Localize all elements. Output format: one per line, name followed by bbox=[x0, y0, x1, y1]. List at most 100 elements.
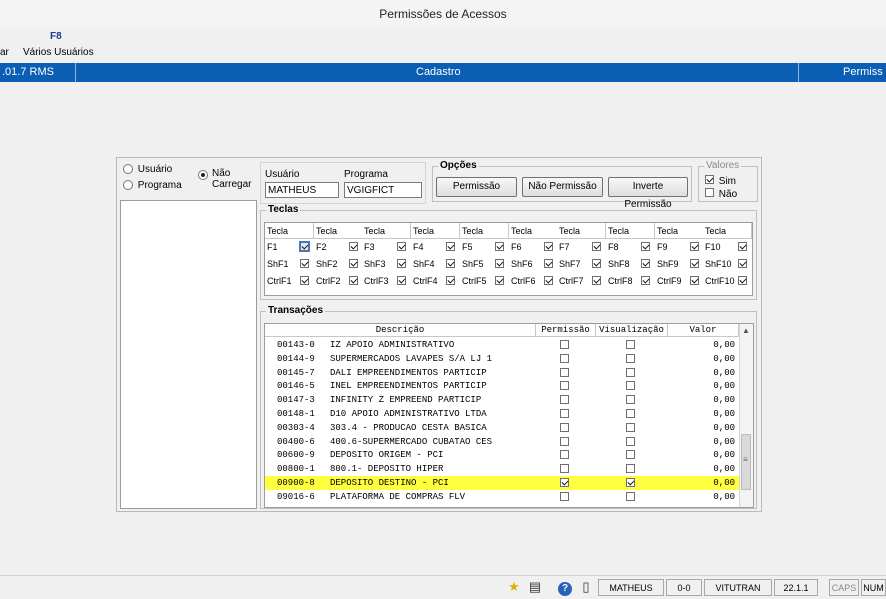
permissao-checkbox[interactable] bbox=[560, 436, 569, 446]
visualizacao-checkbox[interactable] bbox=[626, 491, 635, 501]
visualizacao-checkbox[interactable] bbox=[626, 395, 635, 405]
table-row[interactable]: 00145-7 DALI EMPREENDIMENTOS PARTICIP 0,00 bbox=[265, 366, 739, 380]
table-row[interactable]: 00144-9 SUPERMERCADOS LAVAPES S/A LJ 1 0,0… bbox=[265, 352, 739, 366]
table-row[interactable]: 00303-4 303.4 - PRODUCAO CESTA BASICA 0,00 bbox=[265, 421, 739, 435]
usuario-input[interactable]: MATHEUS bbox=[265, 182, 339, 198]
table-row[interactable]: 00147-3 INFINITY Z EMPREEND PARTICIP 0,00 bbox=[265, 393, 739, 407]
programa-input[interactable]: VGIGFICT bbox=[344, 182, 422, 198]
permissao-checkbox[interactable] bbox=[560, 395, 569, 405]
tecla-checkbox[interactable] bbox=[690, 276, 699, 285]
table-row[interactable]: 00400-6 400.6-SUPERMERCADO CUBATAO CES 0,0… bbox=[265, 435, 739, 449]
tecla-checkbox[interactable] bbox=[349, 259, 358, 268]
tecla-checkbox[interactable] bbox=[446, 242, 455, 251]
visualizacao-checkbox[interactable] bbox=[626, 409, 635, 418]
permissao-checkbox[interactable] bbox=[560, 464, 569, 474]
tecla-checkbox[interactable] bbox=[592, 276, 601, 285]
tecla-checkbox[interactable] bbox=[299, 241, 310, 252]
toolbar-item-partial[interactable]: ar bbox=[0, 47, 9, 58]
table-row[interactable]: 00143-0 IZ APOIO ADMINISTRATIVO 0,00 bbox=[265, 338, 739, 352]
tecla-checkbox[interactable] bbox=[544, 242, 553, 251]
transaction-code: 00800-1 bbox=[277, 464, 315, 475]
printer-icon[interactable]: ▤ bbox=[526, 578, 544, 596]
column-header-visualizacao[interactable]: Visualização bbox=[596, 324, 668, 337]
tecla-checkbox[interactable] bbox=[300, 259, 309, 268]
visualizacao-checkbox[interactable] bbox=[626, 340, 635, 349]
tecla-checkbox[interactable] bbox=[349, 276, 358, 285]
transaction-code: 00144-9 bbox=[277, 353, 315, 364]
visualizacao-checkbox[interactable] bbox=[626, 381, 635, 391]
visualizacao-checkbox[interactable] bbox=[626, 464, 635, 474]
permissao-checkbox[interactable] bbox=[560, 367, 569, 377]
help-icon[interactable]: ? bbox=[556, 578, 574, 596]
tecla-checkbox[interactable] bbox=[641, 276, 650, 285]
valores-sim-checkbox[interactable]: Sim bbox=[705, 175, 736, 187]
table-row[interactable]: 00146-5 INEL EMPREENDIMENTOS PARTICIP 0,00 bbox=[265, 379, 739, 393]
tecla-checkbox[interactable] bbox=[300, 276, 309, 285]
scroll-up-arrow-icon[interactable]: ▲ bbox=[742, 326, 750, 335]
table-row[interactable]: 00148-1 D10 APOIO ADMINISTRATIVO LTDA 0,00 bbox=[265, 407, 739, 421]
tecla-label: CtrlF1 bbox=[267, 276, 292, 286]
tecla-checkbox[interactable] bbox=[495, 259, 504, 268]
visualizacao-checkbox[interactable] bbox=[626, 450, 635, 460]
tecla-label: F9 bbox=[657, 242, 668, 252]
tecla-checkbox[interactable] bbox=[544, 259, 553, 268]
tecla-checkbox[interactable] bbox=[397, 276, 406, 285]
tecla-checkbox[interactable] bbox=[738, 259, 747, 268]
tecla-checkbox[interactable] bbox=[641, 242, 650, 251]
clipboard-icon[interactable]: ▯ bbox=[577, 578, 595, 596]
column-header-descricao[interactable]: Descrição bbox=[265, 324, 536, 337]
transaction-valor: 0,00 bbox=[713, 395, 735, 406]
visualizacao-checkbox[interactable] bbox=[626, 478, 635, 487]
permissao-checkbox[interactable] bbox=[560, 478, 569, 487]
permissao-checkbox[interactable] bbox=[560, 491, 569, 501]
tecla-checkbox[interactable] bbox=[641, 259, 650, 268]
column-header-permissao[interactable]: Permissão bbox=[536, 324, 596, 337]
radio-programa[interactable]: Programa bbox=[123, 180, 182, 191]
tecla-checkbox[interactable] bbox=[495, 276, 504, 285]
user-list-box[interactable] bbox=[120, 200, 257, 509]
tecla-checkbox[interactable] bbox=[592, 259, 601, 268]
vertical-scrollbar[interactable]: ▲ ≡ bbox=[739, 324, 753, 507]
permissao-checkbox[interactable] bbox=[560, 340, 569, 349]
visualizacao-checkbox[interactable] bbox=[626, 353, 635, 363]
tecla-checkbox[interactable] bbox=[738, 242, 747, 251]
visualizacao-checkbox[interactable] bbox=[626, 436, 635, 446]
table-row[interactable]: 00900-8 DEPOSITO DESTINO - PCI 0,00 bbox=[265, 476, 739, 490]
tecla-checkbox[interactable] bbox=[738, 276, 747, 285]
scrollbar-thumb[interactable]: ≡ bbox=[741, 434, 751, 490]
tecla-checkbox[interactable] bbox=[397, 259, 406, 268]
tecla-checkbox[interactable] bbox=[544, 276, 553, 285]
permissao-button[interactable]: Permissão bbox=[436, 177, 517, 197]
permissao-checkbox[interactable] bbox=[560, 409, 569, 418]
tecla-label: F5 bbox=[462, 242, 473, 252]
transaction-valor: 0,00 bbox=[713, 436, 735, 447]
valores-nao-checkbox[interactable]: Não bbox=[705, 188, 737, 200]
tecla-checkbox[interactable] bbox=[495, 242, 504, 251]
tecla-checkbox[interactable] bbox=[690, 242, 699, 251]
permissao-checkbox[interactable] bbox=[560, 353, 569, 363]
tecla-label: CtrlF2 bbox=[316, 276, 341, 286]
table-row[interactable]: 09016-6 PLATAFORMA DE COMPRAS FLV 0,00 bbox=[265, 490, 739, 504]
table-row[interactable]: 00600-9 DEPOSITO ORIGEM - PCI 0,00 bbox=[265, 448, 739, 462]
transaction-description: DEPOSITO ORIGEM - PCI bbox=[330, 450, 444, 461]
tecla-checkbox[interactable] bbox=[446, 259, 455, 268]
inverte-permissao-button[interactable]: Inverte Permissão bbox=[608, 177, 688, 210]
table-row[interactable]: 00800-1 800.1- DEPOSITO HIPER 0,00 bbox=[265, 462, 739, 476]
nao-permissao-button[interactable]: Não Permissão bbox=[522, 177, 603, 197]
header-divider bbox=[798, 63, 799, 82]
permissao-checkbox[interactable] bbox=[560, 450, 569, 460]
visualizacao-checkbox[interactable] bbox=[626, 367, 635, 377]
column-header-valor[interactable]: Valor bbox=[668, 324, 739, 337]
tecla-label: ShF2 bbox=[316, 259, 338, 269]
tecla-checkbox[interactable] bbox=[446, 276, 455, 285]
permissao-checkbox[interactable] bbox=[560, 422, 569, 432]
visualizacao-checkbox[interactable] bbox=[626, 422, 635, 432]
toolbar-item-varios-usuarios[interactable]: Vários Usuários bbox=[23, 47, 94, 58]
star-icon[interactable]: ★ bbox=[505, 578, 523, 596]
tecla-checkbox[interactable] bbox=[592, 242, 601, 251]
tecla-checkbox[interactable] bbox=[690, 259, 699, 268]
radio-usuario[interactable]: Usuário bbox=[123, 164, 172, 175]
tecla-checkbox[interactable] bbox=[349, 242, 358, 251]
permissao-checkbox[interactable] bbox=[560, 381, 569, 391]
tecla-checkbox[interactable] bbox=[397, 242, 406, 251]
